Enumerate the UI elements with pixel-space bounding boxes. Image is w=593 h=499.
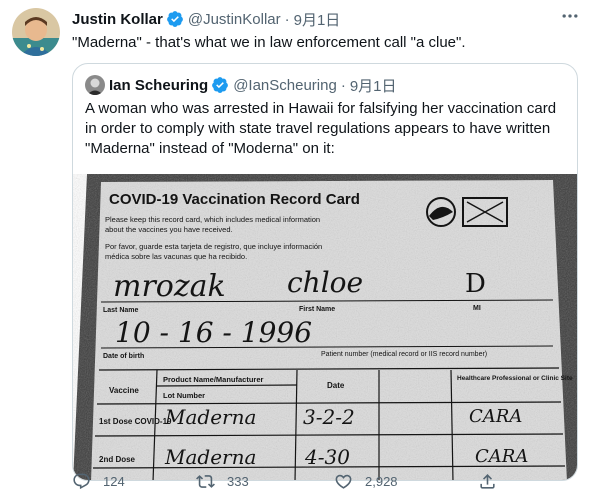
row-second-dose: 2nd Dose xyxy=(99,455,136,464)
quoted-header: Ian Scheuring @IanScheuring · 9月1日 xyxy=(85,75,397,95)
separator-dot: · xyxy=(340,76,346,94)
reply-icon xyxy=(72,472,91,491)
like-count: 2,928 xyxy=(365,473,398,489)
share-icon xyxy=(478,472,497,491)
separator-dot: · xyxy=(284,10,290,28)
row-first-dose: 1st Dose COVID-19 xyxy=(99,417,172,426)
handwritten-date-2: 4-30 xyxy=(304,445,350,469)
tweet-header: Justin Kollar @JustinKollar · 9月1日 xyxy=(72,9,340,29)
retweet-icon xyxy=(196,472,215,491)
quoted-author-handle: @IanScheuring xyxy=(233,76,337,94)
verified-icon xyxy=(211,76,229,94)
vaccination-card-photo[interactable]: COVID-19 Vaccination Record Card Please … xyxy=(73,174,577,480)
card-instructions-es-2: médica sobre las vacunas que ha recibido… xyxy=(105,252,247,261)
share-button[interactable] xyxy=(478,468,497,494)
more-icon[interactable] xyxy=(560,6,580,26)
quoted-author-avatar xyxy=(85,75,105,95)
handwritten-product-2: Maderna xyxy=(164,445,256,469)
label-last-name: Last Name xyxy=(103,307,139,314)
tweet-time[interactable]: 9月1日 xyxy=(294,9,341,30)
label-dob: Date of birth xyxy=(103,353,144,360)
quoted-author-name: Ian Scheuring xyxy=(109,76,209,94)
author-name[interactable]: Justin Kollar xyxy=(72,11,163,28)
retweet-button[interactable]: 333 xyxy=(196,468,249,494)
handwritten-first-name: chloe xyxy=(287,266,363,299)
author-handle[interactable]: @JustinKollar xyxy=(188,11,281,28)
like-icon xyxy=(334,472,353,491)
quoted-text: A woman who was arrested in Hawaii for f… xyxy=(85,100,557,157)
handwritten-date-1: 3-2-2 xyxy=(303,405,355,429)
handwritten-site-1: CARA xyxy=(469,406,522,427)
handwritten-initial: D xyxy=(465,269,486,299)
quoted-time: 9月1日 xyxy=(349,77,397,95)
action-bar: 124 333 2,928 xyxy=(72,468,502,494)
card-instructions-es-1: Por favor, guarde esta tarjeta de regist… xyxy=(105,242,322,251)
handwritten-last-name: mrozak xyxy=(113,269,226,304)
handwritten-product-1: Maderna xyxy=(164,405,256,429)
col-lot: Lot Number xyxy=(163,391,205,400)
col-site: Healthcare Professional or Clinic Site xyxy=(457,375,573,382)
col-product: Product Name/Manufacturer xyxy=(163,375,264,384)
reply-button[interactable]: 124 xyxy=(72,468,125,494)
card-title: COVID-19 Vaccination Record Card xyxy=(109,191,360,208)
handwritten-site-2: CARA xyxy=(475,446,528,467)
tweet: Justin Kollar @JustinKollar · 9月1日 "Made… xyxy=(0,0,593,499)
author-avatar[interactable] xyxy=(12,8,60,56)
label-mi: MI xyxy=(473,305,481,312)
handwritten-dob: 10 - 16 - 1996 xyxy=(115,316,312,349)
card-instructions-en-1: Please keep this record card, which incl… xyxy=(105,215,320,224)
quoted-tweet[interactable]: Ian Scheuring @IanScheuring · 9月1日 A wom… xyxy=(72,63,578,481)
label-first-name: First Name xyxy=(299,306,335,313)
card-instructions-en-2: about the vaccines you have received. xyxy=(105,225,233,234)
col-date: Date xyxy=(327,381,345,390)
retweet-count: 333 xyxy=(227,473,249,489)
reply-count: 124 xyxy=(103,473,125,489)
col-vaccine: Vaccine xyxy=(109,386,139,395)
verified-icon xyxy=(166,10,184,28)
like-button[interactable]: 2,928 xyxy=(334,468,398,494)
tweet-text: "Maderna" - that's what we in law enforc… xyxy=(72,34,466,51)
label-patient-number: Patient number (medical record or IIS re… xyxy=(321,351,487,358)
